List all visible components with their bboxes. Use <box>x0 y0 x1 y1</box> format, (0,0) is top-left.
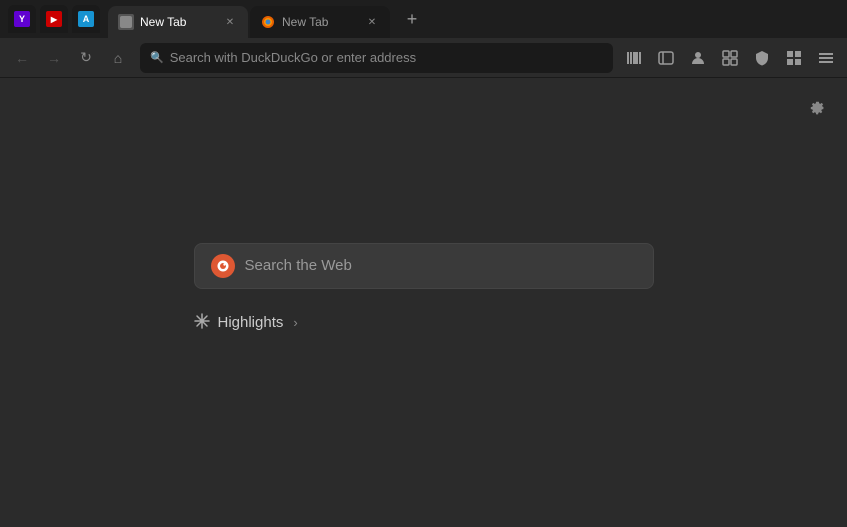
highlights-chevron-icon: › <box>293 315 297 330</box>
highlights-row[interactable]: Highlights › <box>194 313 298 333</box>
pinned-tab-arch[interactable]: A <box>72 5 100 33</box>
account-icon[interactable] <box>685 45 711 71</box>
search-box[interactable]: Search the Web <box>194 243 654 289</box>
tab1-label: New Tab <box>140 15 186 29</box>
new-tab-button[interactable]: + <box>398 5 426 33</box>
tab2-label: New Tab <box>282 15 328 29</box>
home-button[interactable]: ⌂ <box>104 44 132 72</box>
shield-icon[interactable] <box>749 45 775 71</box>
arch-favicon: A <box>78 11 94 27</box>
address-bar-placeholder: Search with DuckDuckGo or enter address <box>170 50 416 65</box>
grid-icon[interactable] <box>781 45 807 71</box>
tab1-close-button[interactable]: ✕ <box>222 14 238 30</box>
forward-button[interactable]: → <box>40 44 68 72</box>
sidebar-icon[interactable] <box>653 45 679 71</box>
pinned-tabs-group: Y ▶ A <box>8 5 100 33</box>
library-icon[interactable] <box>621 45 647 71</box>
back-button[interactable]: ← <box>8 44 36 72</box>
tab1-favicon <box>118 14 134 30</box>
container-tabs-icon[interactable] <box>717 45 743 71</box>
tab2-favicon <box>260 14 276 30</box>
search-icon: 🔍 <box>150 51 164 64</box>
tab-2[interactable]: New Tab ✕ <box>250 6 390 38</box>
titlebar: Y ▶ A New Tab ✕ <box>0 0 847 38</box>
duckduckgo-icon <box>211 254 235 278</box>
reload-button[interactable]: ↻ <box>72 44 100 72</box>
main-content: Search the Web Highlights › <box>0 78 847 527</box>
pinned-tab-yahoo[interactable]: Y <box>8 5 36 33</box>
highlights-label: Highlights <box>218 314 284 331</box>
tab-1[interactable]: New Tab ✕ <box>108 6 248 38</box>
tab-group: New Tab ✕ New Tab ✕ <box>108 0 390 38</box>
menu-icon[interactable] <box>813 45 839 71</box>
yahoo-favicon: Y <box>14 11 30 27</box>
tab2-close-button[interactable]: ✕ <box>364 14 380 30</box>
search-container: Search the Web Highlights › <box>194 243 654 333</box>
toolbar-right <box>621 45 839 71</box>
navbar: ← → ↻ ⌂ 🔍 Search with DuckDuckGo or ente… <box>0 38 847 78</box>
search-placeholder: Search the Web <box>245 257 352 274</box>
settings-gear-button[interactable] <box>803 94 831 122</box>
address-bar[interactable]: 🔍 Search with DuckDuckGo or enter addres… <box>140 43 613 73</box>
yts-favicon: ▶ <box>46 11 62 27</box>
pinned-tab-yts[interactable]: ▶ <box>40 5 68 33</box>
highlights-sparkle-icon <box>194 313 210 333</box>
